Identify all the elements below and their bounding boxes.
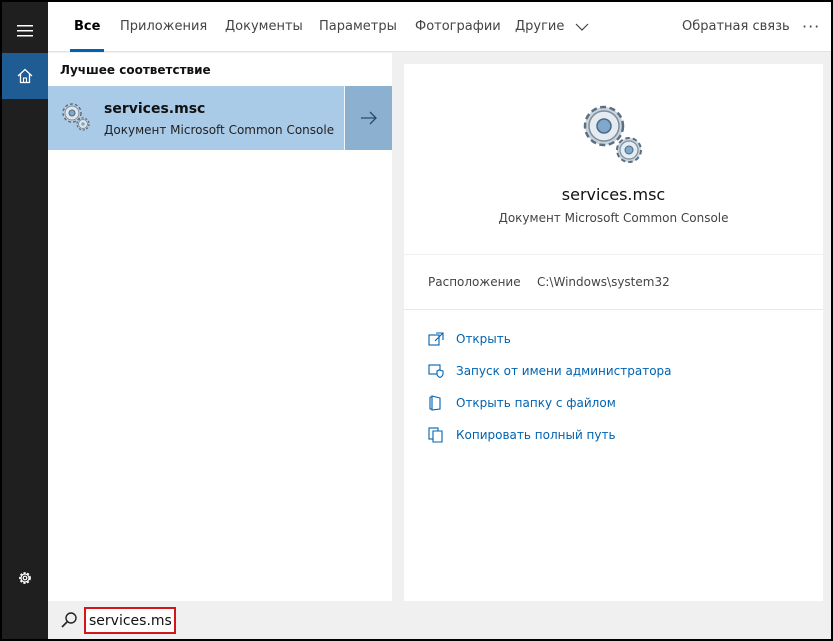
results-pane: Лучшее соответствие services.msc Докумен…: [48, 53, 392, 601]
left-rail: [2, 2, 48, 639]
result-name: services.msc: [104, 101, 206, 117]
tab-all[interactable]: Все: [69, 2, 105, 52]
copy-full-path-action[interactable]: Копировать полный путь: [428, 425, 616, 445]
gear-icon: [19, 572, 31, 584]
open-preview-button[interactable]: [344, 86, 392, 150]
preview-subtitle: Документ Microsoft Common Console: [498, 211, 729, 225]
tab-photos[interactable]: Фотографии: [415, 2, 501, 52]
search-input[interactable]: [84, 607, 176, 634]
preview-details: Расположение C:\Windows\system32 Открыть…: [404, 255, 823, 601]
tab-settings[interactable]: Параметры: [319, 2, 397, 52]
action-label: Запуск от имени администратора: [456, 364, 672, 378]
search-bar: [48, 601, 831, 639]
gears-icon: [583, 105, 642, 163]
hamburger-icon: [17, 25, 33, 37]
copy-icon: [428, 427, 443, 443]
result-type: Документ Microsoft Common Console: [104, 123, 335, 137]
tab-label: Параметры: [319, 19, 397, 34]
home-icon: [17, 68, 33, 84]
tab-label: Приложения: [120, 19, 208, 34]
section-title: Лучшее соответствие: [60, 63, 211, 77]
search-icon: [61, 612, 77, 628]
folder-icon: [429, 395, 441, 411]
shield-icon: [428, 364, 444, 378]
chevron-down-icon: [575, 23, 588, 31]
location-value: C:\Windows\system32: [537, 275, 670, 289]
hamburger-menu-button[interactable]: [2, 8, 48, 54]
tab-label: Фотографии: [415, 19, 501, 34]
search-window: Все Приложения Документы Параметры Фотог…: [2, 2, 831, 639]
preview-header: services.msc Документ Microsoft Common C…: [404, 64, 823, 254]
open-icon: [428, 332, 444, 346]
open-action[interactable]: Открыть: [428, 329, 511, 349]
gears-icon: [62, 103, 90, 131]
more-options-icon: ···: [802, 17, 821, 36]
tab-more[interactable]: Другие: [515, 2, 589, 52]
more-options-button[interactable]: ···: [802, 2, 820, 52]
action-label: Открыть: [456, 332, 511, 346]
feedback-label: Обратная связь: [682, 19, 790, 34]
tab-label: Все: [74, 19, 101, 34]
open-file-location-action[interactable]: Открыть папку с файлом: [428, 393, 616, 413]
home-button[interactable]: [2, 53, 48, 99]
filter-tabs: Все Приложения Документы Параметры Фотог…: [48, 2, 831, 52]
action-label: Копировать полный путь: [456, 428, 616, 442]
feedback-link[interactable]: Обратная связь: [682, 2, 790, 52]
tab-documents[interactable]: Документы: [225, 2, 303, 52]
tab-apps[interactable]: Приложения: [120, 2, 207, 52]
arrow-right-icon: [360, 111, 377, 125]
settings-button[interactable]: [2, 555, 48, 601]
tab-label: Документы: [225, 19, 303, 34]
divider: [404, 309, 823, 310]
tab-label: Другие: [515, 19, 565, 34]
run-as-admin-action[interactable]: Запуск от имени администратора: [428, 361, 672, 381]
action-label: Открыть папку с файлом: [456, 396, 616, 410]
location-label: Расположение: [428, 275, 521, 289]
preview-title: services.msc: [561, 185, 666, 204]
best-match-result[interactable]: services.msc Документ Microsoft Common C…: [48, 86, 392, 150]
